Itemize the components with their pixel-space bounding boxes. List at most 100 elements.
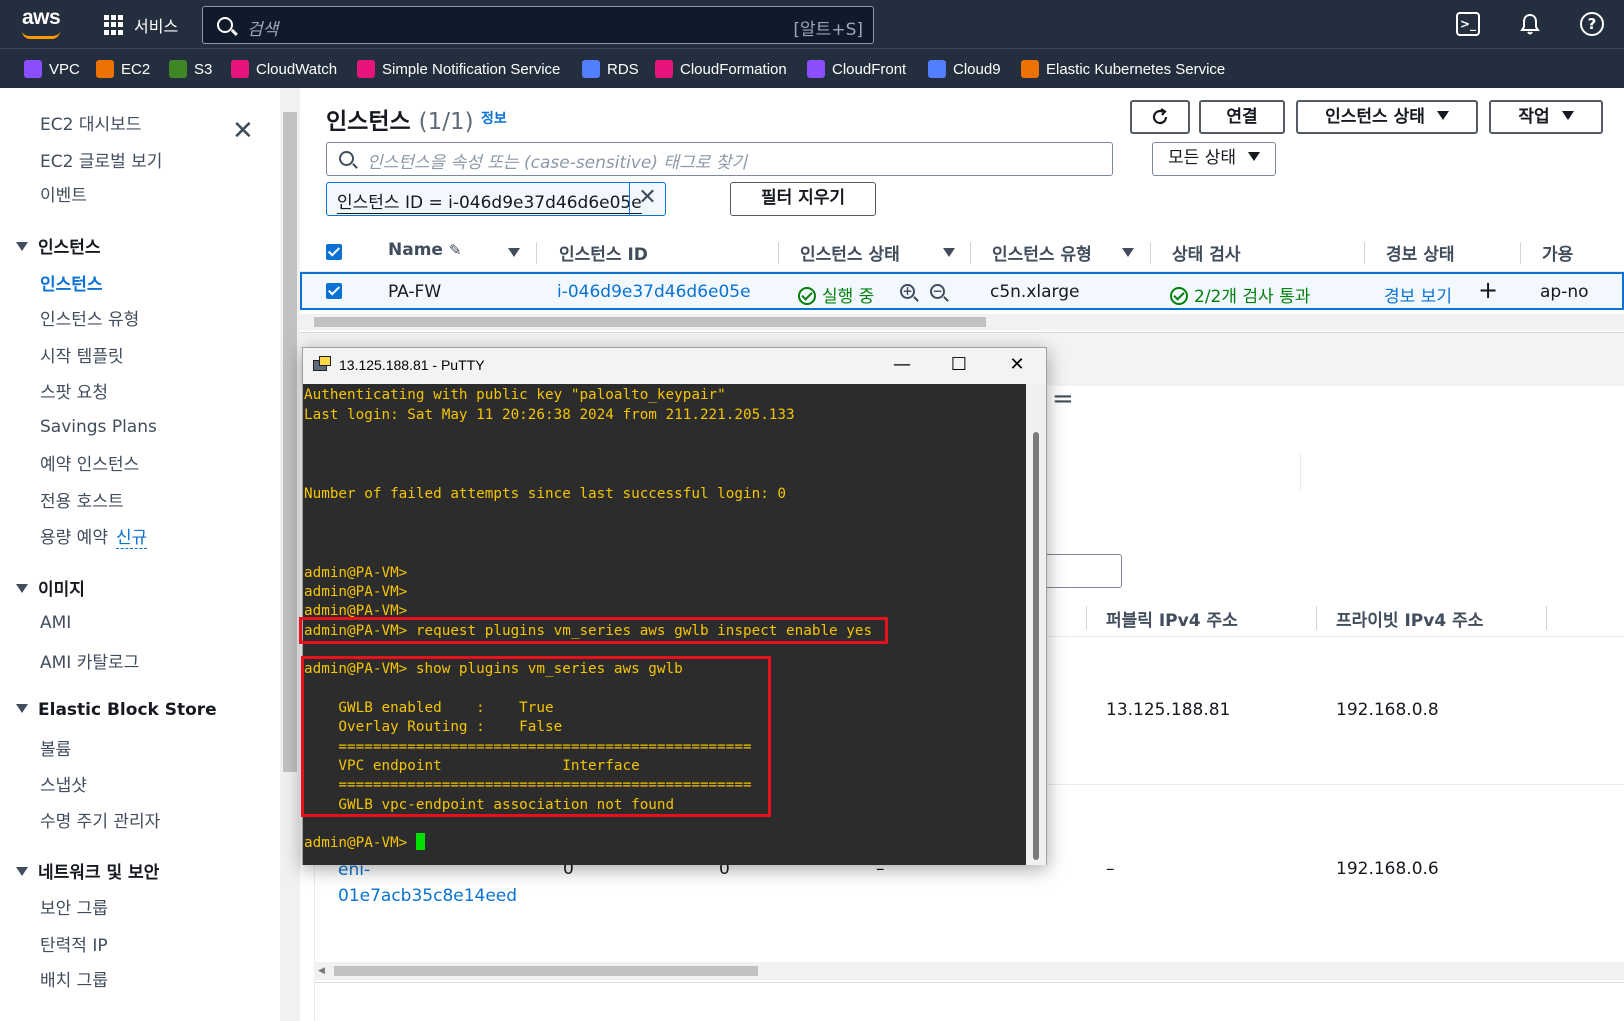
sidebar-item-lifecycle-manager[interactable]: 수명 주기 관리자: [40, 807, 160, 832]
column-separator: [536, 242, 537, 264]
column-status-check[interactable]: 상태 검사: [1172, 240, 1240, 265]
sidebar-item-snapshots[interactable]: 스냅샷: [40, 771, 87, 796]
instance-state-dropdown[interactable]: 인스턴스 상태: [1296, 100, 1478, 134]
sort-caret-icon[interactable]: [508, 248, 520, 257]
close-window-button[interactable]: ✕: [988, 348, 1046, 384]
fav-ec2[interactable]: EC2: [96, 60, 150, 80]
fav-rds[interactable]: RDS: [582, 60, 639, 80]
fav-cloudfront[interactable]: CloudFront: [807, 60, 906, 80]
column-availability-zone[interactable]: 가용: [1542, 240, 1573, 265]
sidebar-item-ami-catalog[interactable]: AMI 카탈로그: [40, 648, 139, 673]
putty-title-bar[interactable]: 13.125.188.81 - PuTTY — ☐ ✕: [303, 348, 1046, 384]
sidebar-section-instances[interactable]: 인스턴스: [16, 233, 101, 258]
column-instance-id[interactable]: 인스턴스 ID: [559, 240, 648, 265]
sidebar-item-instance-types[interactable]: 인스턴스 유형: [40, 305, 139, 330]
services-grid-icon[interactable]: [104, 15, 124, 35]
fav-sns[interactable]: Simple Notification Service: [357, 60, 560, 80]
sidebar-section-network-security[interactable]: 네트워크 및 보안: [16, 858, 159, 883]
scrollbar-thumb[interactable]: [334, 966, 758, 976]
sidebar-item-placement-groups[interactable]: 배치 그룹: [40, 966, 108, 991]
sidebar-item-launch-templates[interactable]: 시작 템플릿: [40, 342, 124, 367]
instance-search-input[interactable]: 인스턴스을 속성 또는 (case-sensitive) 태그로 찾기: [326, 142, 1113, 176]
info-link[interactable]: 정보: [481, 108, 507, 128]
actions-dropdown[interactable]: 작업: [1489, 100, 1603, 134]
filter-token[interactable]: 인스턴스 ID = i-046d9e37d46d6e05e ✕: [326, 182, 666, 216]
column-alarm-status[interactable]: 경보 상태: [1386, 240, 1454, 265]
refresh-button[interactable]: [1130, 100, 1190, 134]
scrollbar-thumb[interactable]: [314, 317, 986, 327]
terminal-output[interactable]: Authenticating with public key "paloalto…: [299, 384, 1026, 865]
scrollbar-thumb[interactable]: [1033, 432, 1039, 860]
putty-terminal-window[interactable]: 13.125.188.81 - PuTTY — ☐ ✕ Authenticati…: [299, 347, 1047, 865]
state-filter-dropdown[interactable]: 모든 상태: [1152, 142, 1276, 176]
column-public-ipv4[interactable]: 퍼블릭 IPv4 주소: [1106, 606, 1238, 631]
sidebar-item-volumes[interactable]: 볼륨: [40, 735, 71, 760]
cloudshell-icon[interactable]: >_: [1456, 12, 1480, 36]
column-private-ipv4[interactable]: 프라이빗 IPv4 주소: [1336, 606, 1483, 631]
terminal-scrollbar[interactable]: [1026, 384, 1046, 865]
clear-filters-button[interactable]: 필터 지우기: [730, 182, 876, 216]
sidebar-item-ami[interactable]: AMI: [40, 613, 71, 633]
sidebar-scrollbar-thumb[interactable]: [283, 112, 297, 772]
sidebar-item-dedicated-hosts[interactable]: 전용 호스트: [40, 487, 124, 512]
aws-logo[interactable]: aws: [22, 6, 61, 30]
column-name[interactable]: Name ✎: [388, 240, 461, 260]
connect-button[interactable]: 연결: [1199, 100, 1285, 134]
instance-id-link[interactable]: i-046d9e37d46d6e05e: [557, 282, 751, 302]
view-alarms-link[interactable]: 경보 보기: [1384, 282, 1452, 307]
sidebar-item-reserved-instances[interactable]: 예약 인스턴스: [40, 450, 139, 475]
sidebar-item-spot-requests[interactable]: 스팟 요청: [40, 378, 108, 403]
sidebar-section-ebs[interactable]: Elastic Block Store: [16, 700, 217, 720]
sidebar-item-events[interactable]: 이벤트: [40, 181, 87, 206]
terminal-line: admin@PA-VM>: [304, 584, 408, 600]
fav-vpc[interactable]: VPC: [24, 60, 80, 80]
sidebar-item-savings-plans[interactable]: Savings Plans: [40, 417, 157, 437]
scroll-left-arrow-icon[interactable]: ◀: [318, 966, 325, 976]
minimize-button[interactable]: —: [873, 348, 931, 384]
global-search-input[interactable]: 검색 [알트+S]: [202, 6, 874, 44]
column-separator: [1150, 242, 1151, 264]
select-all-checkbox[interactable]: [326, 244, 342, 260]
column-separator: [778, 242, 779, 264]
zoom-out-icon[interactable]: −: [930, 284, 945, 299]
sort-caret-icon[interactable]: [943, 248, 955, 257]
sidebar-item-security-groups[interactable]: 보안 그룹: [40, 894, 108, 919]
zoom-in-icon[interactable]: +: [900, 284, 915, 299]
fav-cloud9[interactable]: Cloud9: [928, 60, 1001, 80]
details-horizontal-scrollbar[interactable]: ◀: [314, 962, 1624, 980]
fav-eks[interactable]: Elastic Kubernetes Service: [1021, 60, 1225, 80]
add-alarm-icon[interactable]: +: [1478, 276, 1498, 304]
column-instance-state[interactable]: 인스턴스 상태: [800, 240, 900, 265]
highlight-box-show-output: [301, 656, 771, 817]
fav-cloudformation[interactable]: CloudFormation: [655, 60, 787, 80]
fav-s3[interactable]: S3: [169, 60, 212, 80]
close-sidebar-icon[interactable]: ✕: [232, 116, 254, 146]
sidebar-section-images[interactable]: 이미지: [16, 575, 85, 600]
sidebar-item-elastic-ip[interactable]: 탄력적 IP: [40, 931, 108, 956]
table-row[interactable]: PA-FW i-046d9e37d46d6e05e 실행 중 + − c5n.x…: [300, 272, 1624, 310]
edit-pencil-icon[interactable]: ✎: [449, 241, 462, 259]
remove-filter-icon[interactable]: ✕: [629, 183, 665, 215]
row-checkbox[interactable]: [326, 283, 342, 299]
column-instance-type[interactable]: 인스턴스 유형: [992, 240, 1092, 265]
sidebar-item-dashboard[interactable]: EC2 대시보드: [40, 110, 141, 135]
cloudformation-icon: [655, 60, 673, 78]
maximize-button[interactable]: ☐: [930, 348, 988, 384]
column-separator: [970, 242, 971, 264]
services-menu-button[interactable]: 서비스: [134, 13, 178, 37]
public-ip-value: 13.125.188.81: [1106, 700, 1231, 720]
sidebar-item-global-view[interactable]: EC2 글로벌 보기: [40, 147, 162, 172]
search-icon: [339, 151, 354, 166]
help-icon[interactable]: ?: [1580, 12, 1604, 36]
eni-link-continued[interactable]: 01e7acb35c8e14eed: [338, 886, 517, 906]
sidebar-item-instances[interactable]: 인스턴스: [40, 270, 103, 295]
notifications-bell-icon[interactable]: [1518, 12, 1542, 36]
table-horizontal-scrollbar[interactable]: [300, 314, 1624, 330]
terminal-line: Authenticating with public key "paloalto…: [304, 387, 726, 403]
dropdown-caret-icon: [1436, 111, 1449, 120]
fav-cloudwatch[interactable]: CloudWatch: [231, 60, 337, 80]
column-separator: [1364, 242, 1365, 264]
sort-caret-icon[interactable]: [1122, 248, 1134, 257]
dropdown-caret-icon: [1247, 152, 1260, 161]
sidebar-item-capacity-reservations[interactable]: 용량 예약 신규: [40, 523, 148, 549]
